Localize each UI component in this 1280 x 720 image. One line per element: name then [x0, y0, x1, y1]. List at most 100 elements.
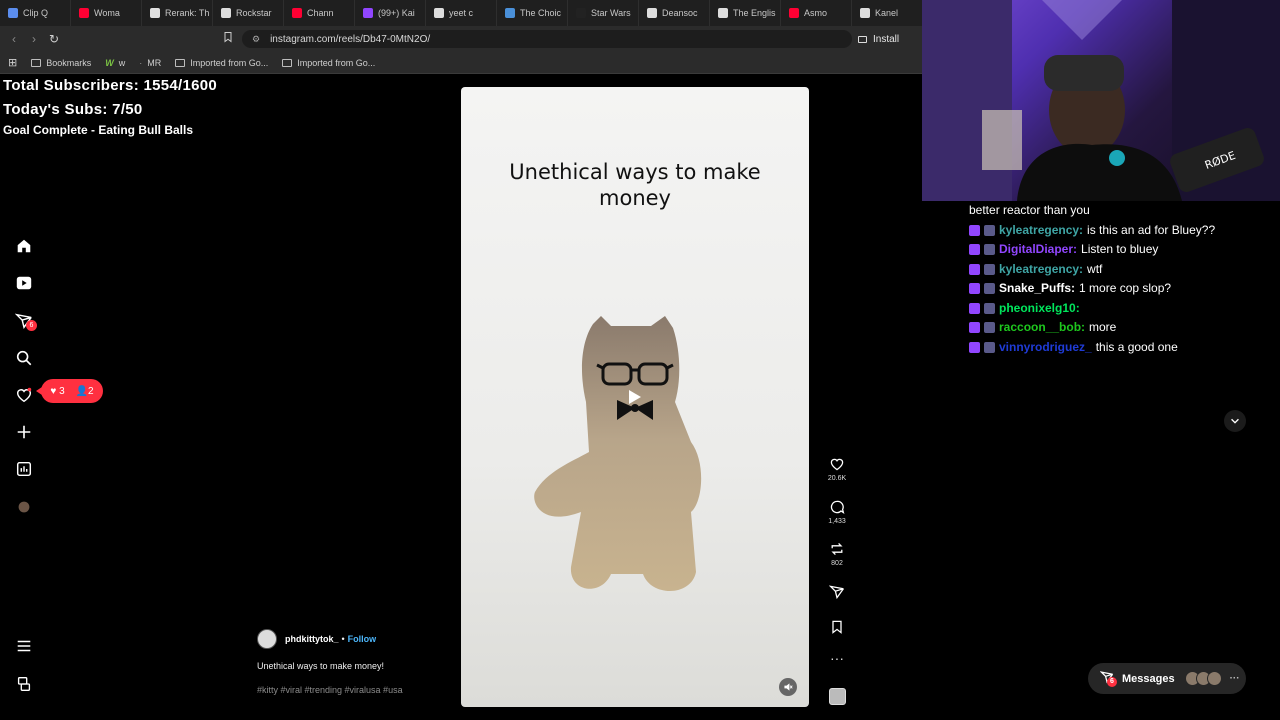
- browser-tab[interactable]: Deansoc: [639, 0, 710, 26]
- tab-label: Rerank: Th: [165, 8, 210, 18]
- chat-username[interactable]: raccoon__bob:: [999, 318, 1085, 338]
- total-subscribers-overlay: Total Subscribers: 1554/1600: [3, 77, 218, 94]
- author-avatar[interactable]: [257, 629, 277, 649]
- profile-icon[interactable]: [14, 497, 34, 517]
- chat-message: vinnyrodriguez_ this a good one: [969, 338, 1259, 358]
- author-separator: •: [341, 634, 345, 644]
- tab-favicon-icon: [292, 8, 302, 18]
- apps-icon[interactable]: ⊞: [8, 56, 17, 69]
- chat-username[interactable]: Snake_Puffs:: [999, 279, 1075, 299]
- messages-button[interactable]: 6 Messages ···: [1088, 663, 1246, 694]
- browser-tab[interactable]: Kanel: [852, 0, 922, 26]
- chat-text: this a good one: [1095, 339, 1178, 354]
- tab-favicon-icon: [860, 8, 870, 18]
- w-logo-icon: W: [105, 57, 114, 68]
- tab-label: Rockstar: [236, 8, 272, 18]
- tab-label: The Englis: [733, 8, 776, 18]
- notif-likes: ♥ 3: [50, 386, 64, 397]
- back-icon[interactable]: ‹: [6, 31, 22, 47]
- browser-tab[interactable]: The Englis: [710, 0, 781, 26]
- tab-favicon-icon: [79, 8, 89, 18]
- browser-tab[interactable]: (99+) Kai: [355, 0, 426, 26]
- browser-tab[interactable]: yeet c: [426, 0, 497, 26]
- mute-icon[interactable]: [779, 678, 797, 696]
- reels-icon[interactable]: [14, 273, 34, 293]
- badge-icon: [984, 263, 995, 275]
- tab-favicon-icon: [221, 8, 231, 18]
- tab-label: yeet c: [449, 8, 474, 18]
- todays-subs-overlay: Today's Subs: 7/50: [3, 101, 143, 118]
- badge-icon: [984, 244, 995, 256]
- url-text: instagram.com/reels/Db47-0MtN2O/: [270, 33, 431, 45]
- author-name[interactable]: phdkittytok_: [285, 634, 339, 644]
- threads-icon[interactable]: [14, 674, 34, 694]
- chat-username[interactable]: kyleatregency:: [999, 260, 1083, 280]
- chat-username[interactable]: pheonixelg10:: [999, 299, 1080, 319]
- badge-icon: [984, 322, 995, 334]
- bookmark-star-icon[interactable]: [220, 31, 236, 47]
- badge-icon: [984, 283, 995, 295]
- search-icon[interactable]: [14, 348, 34, 368]
- browser-tab[interactable]: Rerank: Th: [142, 0, 213, 26]
- chat-username[interactable]: DigitalDiaper:: [999, 240, 1077, 260]
- reel-video[interactable]: Unethical ways to make money: [461, 87, 809, 707]
- repost-action[interactable]: 802: [825, 541, 849, 567]
- follow-button[interactable]: Follow: [348, 634, 377, 644]
- bookmark-folder-1[interactable]: Imported from Go...: [175, 58, 268, 68]
- share-action[interactable]: [825, 584, 849, 603]
- tab-label: Asmo: [804, 8, 828, 18]
- audio-thumbnail[interactable]: [829, 688, 846, 705]
- tab-favicon-icon: [8, 8, 18, 18]
- bookmark-mr-label: MR: [147, 57, 162, 68]
- create-icon[interactable]: [14, 422, 34, 442]
- chat-list: kyleatregency: is this an ad for Bluey?? D…: [969, 221, 1259, 358]
- tab-label: (99+) Kai: [378, 8, 415, 18]
- webcam-feed: RØDE: [922, 0, 1280, 201]
- browser-tab[interactable]: Star Wars: [568, 0, 639, 26]
- chat-message: Snake_Puffs: 1 more cop slop?: [969, 279, 1259, 299]
- notification-bubble[interactable]: ♥ 3 👤2: [36, 379, 103, 403]
- notif-likes-count: 3: [59, 385, 65, 397]
- tab-favicon-icon: [789, 8, 799, 18]
- install-button[interactable]: Install: [858, 31, 899, 47]
- bookmarks-item[interactable]: Bookmarks: [31, 58, 91, 68]
- tab-label: The Choic: [520, 8, 562, 18]
- folder-icon: [175, 58, 186, 67]
- play-icon[interactable]: [628, 389, 642, 405]
- chat-username[interactable]: vinnyrodriguez_: [999, 338, 1092, 358]
- menu-icon[interactable]: [14, 636, 34, 656]
- mr-icon: ·: [139, 57, 143, 68]
- browser-tab[interactable]: Woma: [71, 0, 142, 26]
- site-info-icon[interactable]: ⚙: [252, 34, 260, 45]
- browser-toolbar: ‹ › ↻ ⚙ instagram.com/reels/Db47-0MtN2O/…: [0, 26, 922, 52]
- address-bar[interactable]: ⚙ instagram.com/reels/Db47-0MtN2O/: [242, 30, 852, 48]
- like-action[interactable]: 20.6K: [825, 456, 849, 482]
- browser-tab[interactable]: Chann: [284, 0, 355, 26]
- tab-label: Deansoc: [662, 8, 698, 18]
- more-icon[interactable]: ···: [825, 651, 849, 665]
- tab-favicon-icon: [718, 8, 728, 18]
- heart-icon[interactable]: [14, 385, 34, 405]
- browser-tab[interactable]: Asmo: [781, 0, 852, 26]
- bookmarks-bar: ⊞ Bookmarks Ww · MR Imported from Go... I…: [0, 52, 922, 74]
- chat-text: better reactor than you: [969, 203, 1090, 217]
- reel-hashtags[interactable]: #kitty #viral #trending #viralusa #usa: [257, 685, 403, 695]
- dashboard-icon[interactable]: [14, 459, 34, 479]
- comment-action[interactable]: 1,433: [825, 499, 849, 525]
- chat-text: 1 more cop slop?: [1079, 281, 1172, 295]
- save-action[interactable]: [825, 619, 849, 638]
- chat-message-partial: better reactor than you: [969, 201, 1259, 221]
- bookmark-w[interactable]: Ww: [105, 58, 125, 68]
- browser-tab[interactable]: The Choic: [497, 0, 568, 26]
- badge-icon: [984, 341, 995, 353]
- home-icon[interactable]: [14, 236, 34, 256]
- chevron-down-icon[interactable]: [1224, 410, 1246, 432]
- forward-icon[interactable]: ›: [26, 31, 42, 47]
- browser-tab[interactable]: Rockstar: [213, 0, 284, 26]
- browser-tab[interactable]: Clip Q: [0, 0, 71, 26]
- tab-favicon-icon: [505, 8, 515, 18]
- reload-icon[interactable]: ↻: [46, 31, 62, 47]
- bookmark-mr[interactable]: · MR: [139, 58, 161, 68]
- chat-username[interactable]: kyleatregency:: [999, 221, 1083, 241]
- bookmark-folder-2[interactable]: Imported from Go...: [282, 58, 375, 68]
